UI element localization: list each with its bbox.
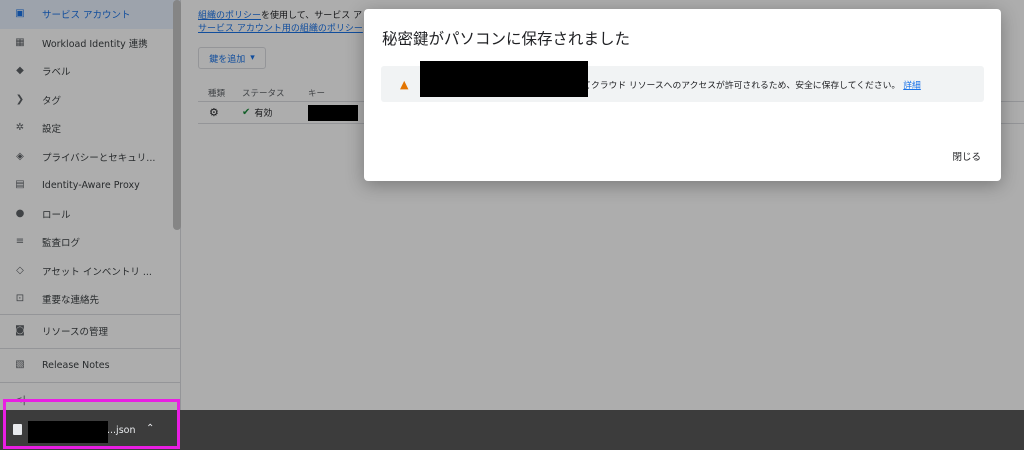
redacted-email <box>420 61 588 97</box>
details-link[interactable]: 詳細 <box>903 78 921 91</box>
close-button[interactable]: 閉じる <box>952 149 981 163</box>
warning-text: によってクラウド リソースへのアクセスが許可されるため、安全に保存してください。 <box>556 80 901 91</box>
warning-icon: ▲ <box>400 77 409 91</box>
download-item-highlight[interactable] <box>3 399 180 449</box>
key-saved-dialog: 秘密鍵がパソコンに保存されました ▲ によってクラウド リソースへのアクセスが許… <box>364 9 1001 181</box>
dialog-title: 秘密鍵がパソコンに保存されました <box>382 30 631 48</box>
